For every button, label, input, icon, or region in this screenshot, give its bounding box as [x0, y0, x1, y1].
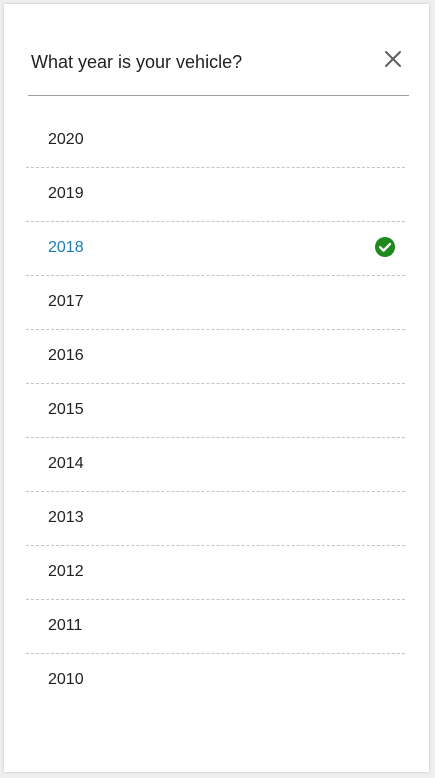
year-option[interactable]: 2012 [26, 546, 405, 600]
year-option[interactable]: 2015 [26, 384, 405, 438]
year-label: 2019 [48, 185, 84, 202]
year-label: 2010 [48, 671, 84, 688]
year-option[interactable]: 2017 [26, 276, 405, 330]
dialog-title: What year is your vehicle? [31, 52, 243, 72]
year-option[interactable]: 2010 [26, 654, 405, 707]
year-label: 2018 [48, 239, 84, 256]
year-option[interactable]: 2020 [26, 114, 405, 168]
year-option[interactable]: 2018 [26, 222, 405, 276]
close-icon[interactable] [382, 48, 404, 70]
vehicle-year-dialog: What year is your vehicle? 2020 2019 201… [4, 4, 429, 772]
year-label: 2012 [48, 563, 84, 580]
year-list: 2020 2019 2018 2017 2016 2015 2014 2013 [26, 114, 405, 707]
year-label: 2017 [48, 293, 84, 310]
year-label: 2015 [48, 401, 84, 418]
dialog-header: What year is your vehicle? [28, 4, 409, 96]
year-label: 2011 [48, 617, 83, 634]
year-option[interactable]: 2011 [26, 600, 405, 654]
year-option[interactable]: 2019 [26, 168, 405, 222]
year-label: 2016 [48, 347, 84, 364]
year-label: 2020 [48, 131, 84, 148]
year-label: 2014 [48, 455, 84, 472]
year-option[interactable]: 2013 [26, 492, 405, 546]
year-option[interactable]: 2014 [26, 438, 405, 492]
year-option[interactable]: 2016 [26, 330, 405, 384]
check-circle-icon [374, 236, 396, 258]
year-label: 2013 [48, 509, 84, 526]
